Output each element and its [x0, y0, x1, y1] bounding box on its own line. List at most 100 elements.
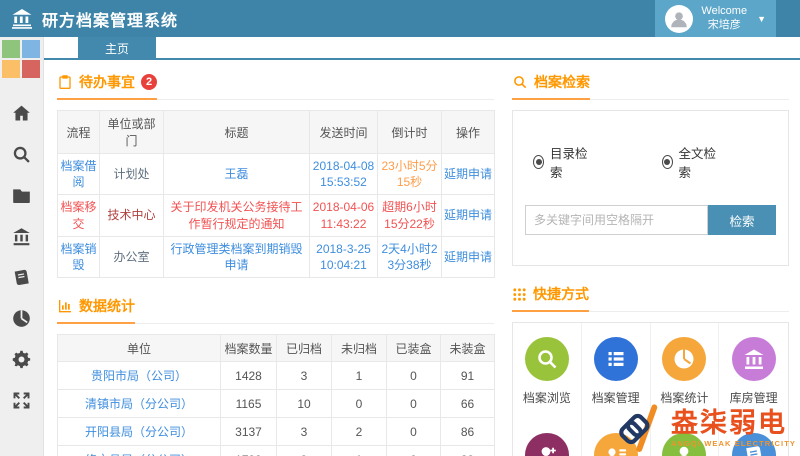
sidebar	[0, 37, 44, 456]
todo-item-title[interactable]: 关于印发机关公务接待工作暂行规定的通知	[164, 195, 310, 236]
shortcut-label: 档案管理	[592, 389, 640, 406]
app-header: 研方档案管理系统 Welcome 宋培彦 ▼	[0, 0, 800, 37]
stats-value: 0	[332, 390, 387, 418]
app-title: 研方档案管理系统	[42, 7, 178, 31]
shortcut-item[interactable]: 我的	[513, 419, 582, 456]
shortcut-item[interactable]: 库房管理	[719, 323, 788, 419]
stats-value: 1	[332, 362, 387, 390]
book-icon	[732, 433, 776, 456]
sidebar-item-folder-icon[interactable]	[11, 184, 33, 206]
shortcut-item[interactable]: 部门档案	[582, 419, 651, 456]
radio-fulltext-search[interactable]: 全文检索	[662, 143, 717, 181]
app-logo-bank-icon	[10, 7, 34, 31]
stats-value: 1	[332, 446, 387, 456]
stats-unit-link[interactable]: 开阳县局（分公司）	[58, 418, 221, 446]
todo-column-header: 流程	[58, 111, 100, 154]
stats-value: 39	[441, 446, 495, 456]
stats-unit-link[interactable]: 清镇市局（分公司）	[58, 390, 221, 418]
todo-item-title[interactable]: 王磊	[164, 154, 310, 195]
user-menu[interactable]: Welcome 宋培彦 ▼	[655, 0, 776, 37]
todo-title: 待办事宜	[79, 72, 135, 92]
users-icon	[594, 433, 638, 456]
shortcut-item[interactable]: 档案管理	[582, 323, 651, 419]
todo-delay-request-link[interactable]: 延期申请	[442, 236, 495, 277]
stats-value: 9	[277, 446, 332, 456]
brand-grid-square	[22, 40, 40, 58]
stats-value: 1428	[221, 362, 277, 390]
todo-item-title[interactable]: 行政管理类档案到期销毁申请	[164, 236, 310, 277]
stats-row: 清镇市局（分公司）1165100066	[58, 390, 495, 418]
todo-department: 计划处	[100, 154, 164, 195]
todo-column-header: 发送时间	[310, 111, 378, 154]
tab-home[interactable]: 主页	[78, 37, 156, 60]
stats-value: 2	[332, 418, 387, 446]
sidebar-item-search-icon[interactable]	[11, 143, 33, 165]
stats-section-header: 数据统计	[57, 296, 494, 324]
shortcut-label: 库房管理	[730, 389, 778, 406]
search-title: 档案检索	[534, 72, 590, 92]
stats-value: 3137	[221, 418, 277, 446]
stats-column-header: 未归档	[332, 335, 387, 362]
search-input[interactable]	[525, 205, 708, 235]
radio-icon	[533, 155, 544, 169]
sidebar-item-home-icon[interactable]	[11, 102, 33, 124]
shortcut-item[interactable]: 档案编研	[719, 419, 788, 456]
shortcut-item[interactable]: 个人档案	[651, 419, 720, 456]
todo-row: 档案移交技术中心关于印发机关公务接待工作暂行规定的通知2018-04-06 11…	[58, 195, 495, 236]
sidebar-item-book-icon[interactable]	[11, 266, 33, 288]
todo-column-header: 单位或部门	[100, 111, 164, 154]
user-welcome: Welcome 宋培彦	[701, 5, 747, 33]
bar-chart-icon	[57, 298, 73, 314]
todo-column-header: 倒计时	[378, 111, 442, 154]
brand-grid-logo	[0, 37, 43, 88]
user-plus-icon	[525, 433, 569, 456]
stats-value: 1799	[221, 446, 277, 456]
shortcut-item[interactable]: 档案浏览	[513, 323, 582, 419]
stats-table: 单位档案数量已归档未归档已装盒未装盒 贵阳市局（公司）142831091清镇市局…	[57, 334, 495, 456]
todo-delay-request-link[interactable]: 延期申请	[442, 195, 495, 236]
todo-count-badge: 2	[141, 74, 157, 90]
stats-unit-link[interactable]: 修文县局（分公司）	[58, 446, 221, 456]
welcome-label: Welcome	[701, 5, 747, 17]
shortcuts-grid: 档案浏览档案管理 档案统计 库房管理我的部门档案个人档案档案编研	[512, 322, 789, 456]
radio-label: 目录检索	[550, 143, 588, 181]
stats-column-header: 单位	[58, 335, 221, 362]
shortcut-label: 档案统计	[660, 389, 708, 406]
stats-value: 10	[277, 390, 332, 418]
sidebar-item-gear-icon[interactable]	[11, 348, 33, 370]
grid-dots-icon	[512, 287, 527, 302]
search-icon	[512, 74, 528, 90]
todo-row: 档案销毁办公室行政管理类档案到期销毁申请2018-3-25 10:04:212天…	[58, 236, 495, 277]
stats-value: 0	[387, 418, 441, 446]
search-button[interactable]: 检索	[708, 205, 776, 235]
todo-section-header: 待办事宜 2	[57, 72, 494, 100]
stats-value: 91	[441, 362, 495, 390]
todo-row: 档案借阅计划处王磊2018-04-08 15:53:5223小时5分15秒延期申…	[58, 154, 495, 195]
stats-value: 1165	[221, 390, 277, 418]
radio-catalog-search[interactable]: 目录检索	[533, 143, 588, 181]
main-area: 主页 待办事宜 2 流程单位或部门标题发送时间倒计时操作 档案借阅计划处王磊20…	[43, 37, 800, 456]
sidebar-item-expand-icon[interactable]	[11, 389, 33, 411]
radio-icon	[662, 155, 673, 169]
todo-column-header: 操作	[442, 111, 495, 154]
stats-row: 开阳县局（分公司）313732086	[58, 418, 495, 446]
list-icon	[594, 337, 638, 381]
sidebar-item-pie-icon[interactable]	[11, 307, 33, 329]
todo-send-time: 2018-3-25 10:04:21	[310, 236, 378, 277]
todo-countdown: 2天4小时23分38秒	[378, 236, 442, 277]
sidebar-item-bank-icon[interactable]	[11, 225, 33, 247]
stats-row: 修文县局（分公司）179991039	[58, 446, 495, 456]
todo-delay-request-link[interactable]: 延期申请	[442, 154, 495, 195]
stats-unit-link[interactable]: 贵阳市局（公司）	[58, 362, 221, 390]
stats-value: 0	[387, 446, 441, 456]
stats-value: 66	[441, 390, 495, 418]
search-icon	[525, 337, 569, 381]
avatar	[665, 5, 693, 33]
brand-grid-square	[22, 60, 40, 78]
username: 宋培彦	[708, 19, 741, 31]
todo-department: 技术中心	[100, 195, 164, 236]
chevron-down-icon: ▼	[757, 14, 766, 24]
stats-column-header: 已归档	[277, 335, 332, 362]
shortcut-item[interactable]: 档案统计	[651, 323, 720, 419]
todo-flow: 档案借阅	[58, 154, 100, 195]
